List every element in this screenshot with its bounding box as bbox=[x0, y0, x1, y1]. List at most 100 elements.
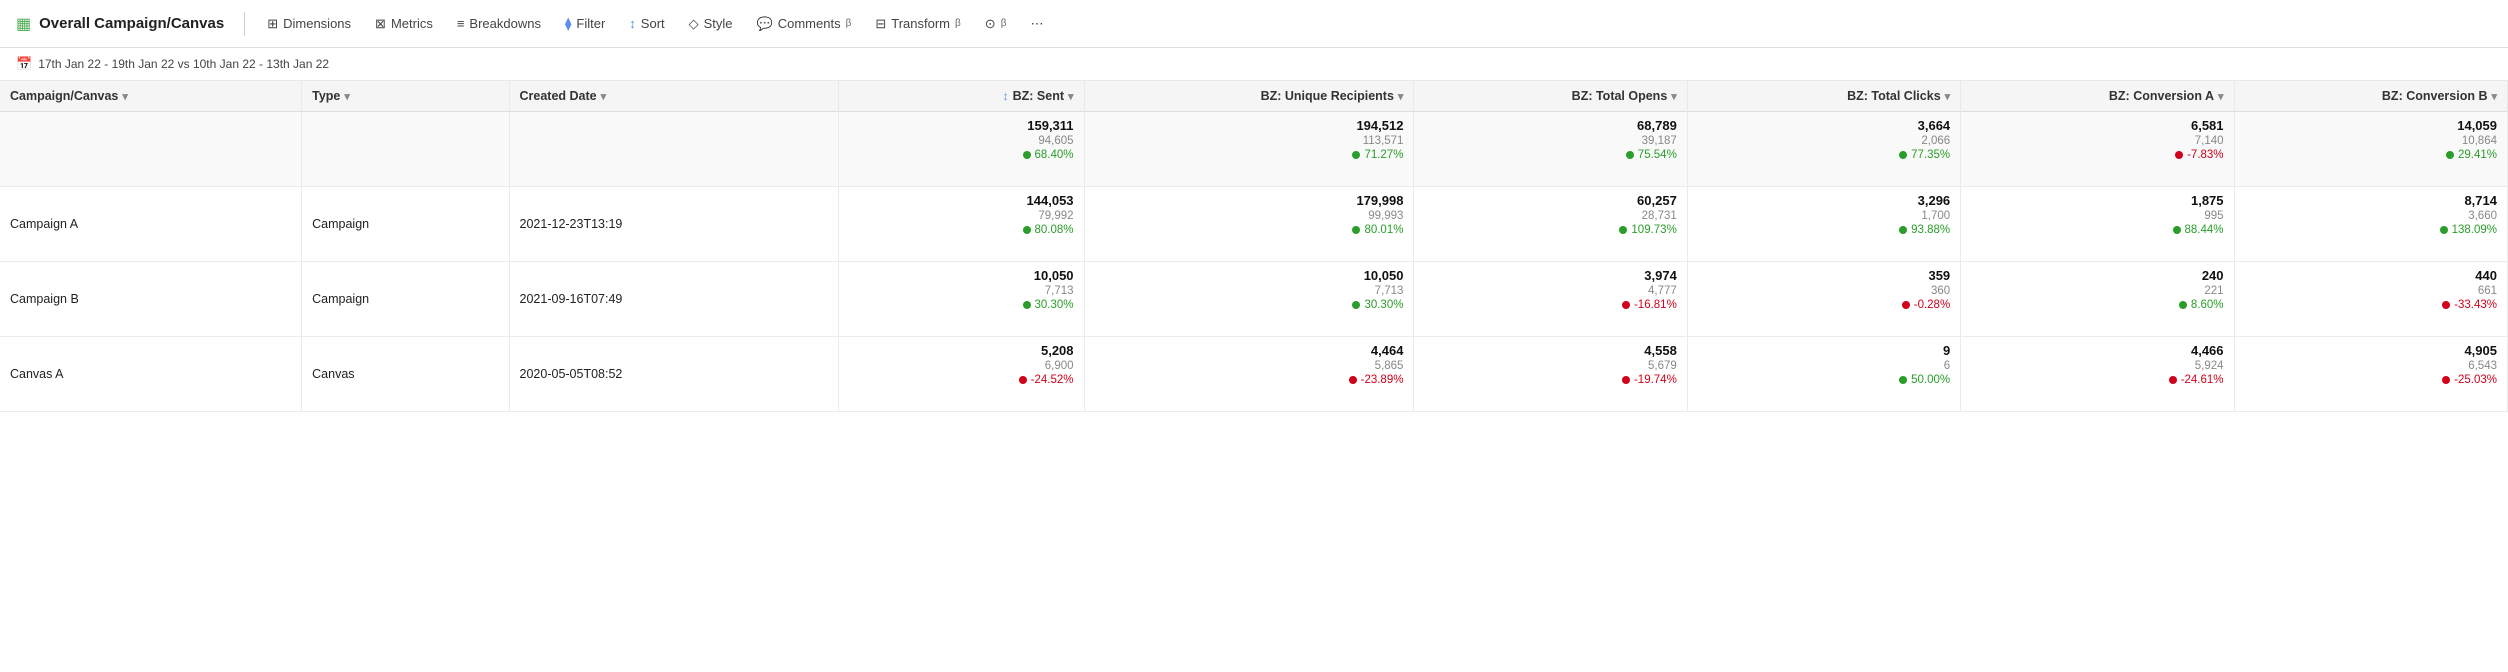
up-indicator bbox=[2173, 226, 2181, 234]
summary-sent-secondary: 94,605 bbox=[849, 135, 1073, 147]
row-bz_unique-cell: 10,0507,71330.30% bbox=[1084, 262, 1414, 337]
row-bz_conv_a-cell: 240 221 8.60% bbox=[1961, 262, 2234, 337]
date-range-text: 17th Jan 22 - 19th Jan 22 vs 10th Jan 22… bbox=[38, 57, 329, 71]
up-indicator bbox=[1023, 301, 1031, 309]
bz_unique-primary: 179,998 bbox=[1095, 193, 1404, 208]
metrics-button[interactable]: ⊠ Metrics bbox=[365, 11, 443, 37]
col-header-bz-sent[interactable]: ↕ BZ: Sent ▾ bbox=[839, 81, 1084, 112]
breakdowns-button[interactable]: ≡ Breakdowns bbox=[447, 11, 551, 36]
calendar-icon: 📅 bbox=[16, 56, 32, 72]
summary-unique-primary: 194,512 bbox=[1095, 118, 1404, 133]
up-indicator bbox=[2440, 226, 2448, 234]
bz_conv_b-pct: -25.03% bbox=[2245, 374, 2497, 386]
chevron-down-icon: ▾ bbox=[1068, 90, 1074, 103]
bz_clicks-primary: 9 bbox=[1698, 343, 1950, 358]
chevron-down-icon: ▾ bbox=[1398, 90, 1404, 103]
summary-conv-a-pct: -7.83% bbox=[1971, 149, 2223, 161]
more-button[interactable]: ⋯ bbox=[1020, 11, 1053, 37]
bz_sent-primary: 5,208 bbox=[849, 343, 1073, 358]
bz_conv_a-primary: 240 bbox=[1971, 268, 2223, 283]
col-header-bz-clicks[interactable]: BZ: Total Clicks ▾ bbox=[1687, 81, 1960, 112]
toolbar: ▦ Overall Campaign/Canvas ⊞ Dimensions ⊠… bbox=[0, 0, 2508, 48]
row-type-cell: Canvas bbox=[302, 337, 509, 412]
row-created_date-cell: 2021-12-23T13:19 bbox=[509, 187, 839, 262]
bz_conv_a-secondary: 221 bbox=[1971, 285, 2223, 297]
bz_unique-primary: 4,464 bbox=[1095, 343, 1404, 358]
summary-bz-clicks-cell: 3,664 2,066 77.35% bbox=[1687, 112, 1960, 187]
row-bz_clicks-cell: 9650.00% bbox=[1687, 337, 1960, 412]
sort-active-icon: ↕ bbox=[1003, 89, 1009, 103]
bz_conv_b-primary: 8,714 bbox=[2245, 193, 2497, 208]
up-indicator bbox=[2179, 301, 2187, 309]
row-campaign-cell: Campaign B bbox=[0, 262, 302, 337]
bz_opens-secondary: 5,679 bbox=[1424, 360, 1676, 372]
transform-icon: ⊟ bbox=[875, 16, 886, 32]
share-badge: β bbox=[1001, 18, 1007, 29]
sort-button[interactable]: ↕ Sort bbox=[619, 11, 674, 36]
bz_clicks-pct: -0.28% bbox=[1698, 299, 1950, 311]
table-row: Campaign ACampaign2021-12-23T13:19144,05… bbox=[0, 187, 2508, 262]
up-indicator bbox=[1352, 151, 1360, 159]
bz_conv_b-secondary: 661 bbox=[2245, 285, 2497, 297]
bz_opens-secondary: 28,731 bbox=[1424, 210, 1676, 222]
bz_sent-pct: 30.30% bbox=[849, 299, 1073, 311]
bz_unique-pct: 80.01% bbox=[1095, 224, 1404, 236]
col-header-bz-unique[interactable]: BZ: Unique Recipients ▾ bbox=[1084, 81, 1414, 112]
row-bz_conv_b-cell: 440661-33.43% bbox=[2234, 262, 2507, 337]
more-icon: ⋯ bbox=[1030, 16, 1043, 32]
bz_clicks-pct: 93.88% bbox=[1698, 224, 1950, 236]
bz_conv_a-pct: -24.61% bbox=[1971, 374, 2223, 386]
col-header-bz-conv-b[interactable]: BZ: Conversion B ▾ bbox=[2234, 81, 2507, 112]
bz_conv_b-pct: 138.09% bbox=[2245, 224, 2497, 236]
col-header-type[interactable]: Type ▾ bbox=[302, 81, 509, 112]
chevron-down-icon: ▾ bbox=[1671, 90, 1677, 103]
style-button[interactable]: ◇ Style bbox=[679, 11, 743, 37]
col-header-created-date[interactable]: Created Date ▾ bbox=[509, 81, 839, 112]
summary-conv-b-secondary: 10,864 bbox=[2245, 135, 2497, 147]
row-bz_conv_b-cell: 4,9056,543-25.03% bbox=[2234, 337, 2507, 412]
bz_clicks-secondary: 360 bbox=[1698, 285, 1950, 297]
summary-bz-conv-a-cell: 6,581 7,140 -7.83% bbox=[1961, 112, 2234, 187]
row-bz_sent-cell: 10,0507,71330.30% bbox=[839, 262, 1084, 337]
row-bz_conv_a-cell: 1,87599588.44% bbox=[1961, 187, 2234, 262]
row-bz_conv_b-cell: 8,7143,660138.09% bbox=[2234, 187, 2507, 262]
table-container: Campaign/Canvas ▾ Type ▾ Created Date ▾ bbox=[0, 81, 2508, 412]
up-indicator bbox=[1352, 301, 1360, 309]
summary-bz-sent-cell: 159,311 94,605 68.40% bbox=[839, 112, 1084, 187]
summary-opens-secondary: 39,187 bbox=[1424, 135, 1676, 147]
bz_clicks-primary: 3,296 bbox=[1698, 193, 1950, 208]
summary-bz-unique-cell: 194,512 113,571 71.27% bbox=[1084, 112, 1414, 187]
bz_unique-pct: 30.30% bbox=[1095, 299, 1404, 311]
down-indicator bbox=[1019, 376, 1027, 384]
bz_conv_a-pct: 8.60% bbox=[1971, 299, 2223, 311]
row-bz_sent-cell: 144,05379,99280.08% bbox=[839, 187, 1084, 262]
comments-button[interactable]: 💬 Commentsβ bbox=[747, 11, 862, 37]
summary-clicks-secondary: 2,066 bbox=[1698, 135, 1950, 147]
col-header-bz-opens[interactable]: BZ: Total Opens ▾ bbox=[1414, 81, 1687, 112]
breakdowns-icon: ≡ bbox=[457, 16, 465, 31]
bz_conv_a-pct: 88.44% bbox=[1971, 224, 2223, 236]
bz_sent-primary: 10,050 bbox=[849, 268, 1073, 283]
bz_sent-secondary: 79,992 bbox=[849, 210, 1073, 222]
dimensions-button[interactable]: ⊞ Dimensions bbox=[257, 11, 361, 37]
up-indicator bbox=[1899, 151, 1907, 159]
summary-conv-a-secondary: 7,140 bbox=[1971, 135, 2223, 147]
row-bz_conv_a-cell: 4,4665,924-24.61% bbox=[1961, 337, 2234, 412]
down-indicator bbox=[2442, 301, 2450, 309]
bz_opens-primary: 3,974 bbox=[1424, 268, 1676, 283]
summary-unique-secondary: 113,571 bbox=[1095, 135, 1404, 147]
share-button[interactable]: ⊙β bbox=[975, 11, 1017, 37]
filter-button[interactable]: ⧫ Filter bbox=[555, 11, 615, 37]
chevron-down-icon: ▾ bbox=[601, 90, 607, 103]
down-indicator bbox=[1622, 376, 1630, 384]
metrics-icon: ⊠ bbox=[375, 16, 386, 32]
bz_unique-secondary: 5,865 bbox=[1095, 360, 1404, 372]
row-bz_sent-cell: 5,2086,900-24.52% bbox=[839, 337, 1084, 412]
transform-button[interactable]: ⊟ Transformβ bbox=[865, 11, 970, 37]
down-indicator bbox=[1622, 301, 1630, 309]
style-icon: ◇ bbox=[689, 16, 699, 32]
col-header-bz-conv-a[interactable]: BZ: Conversion A ▾ bbox=[1961, 81, 2234, 112]
up-indicator bbox=[1619, 226, 1627, 234]
col-header-campaign[interactable]: Campaign/Canvas ▾ bbox=[0, 81, 302, 112]
bz_unique-pct: -23.89% bbox=[1095, 374, 1404, 386]
